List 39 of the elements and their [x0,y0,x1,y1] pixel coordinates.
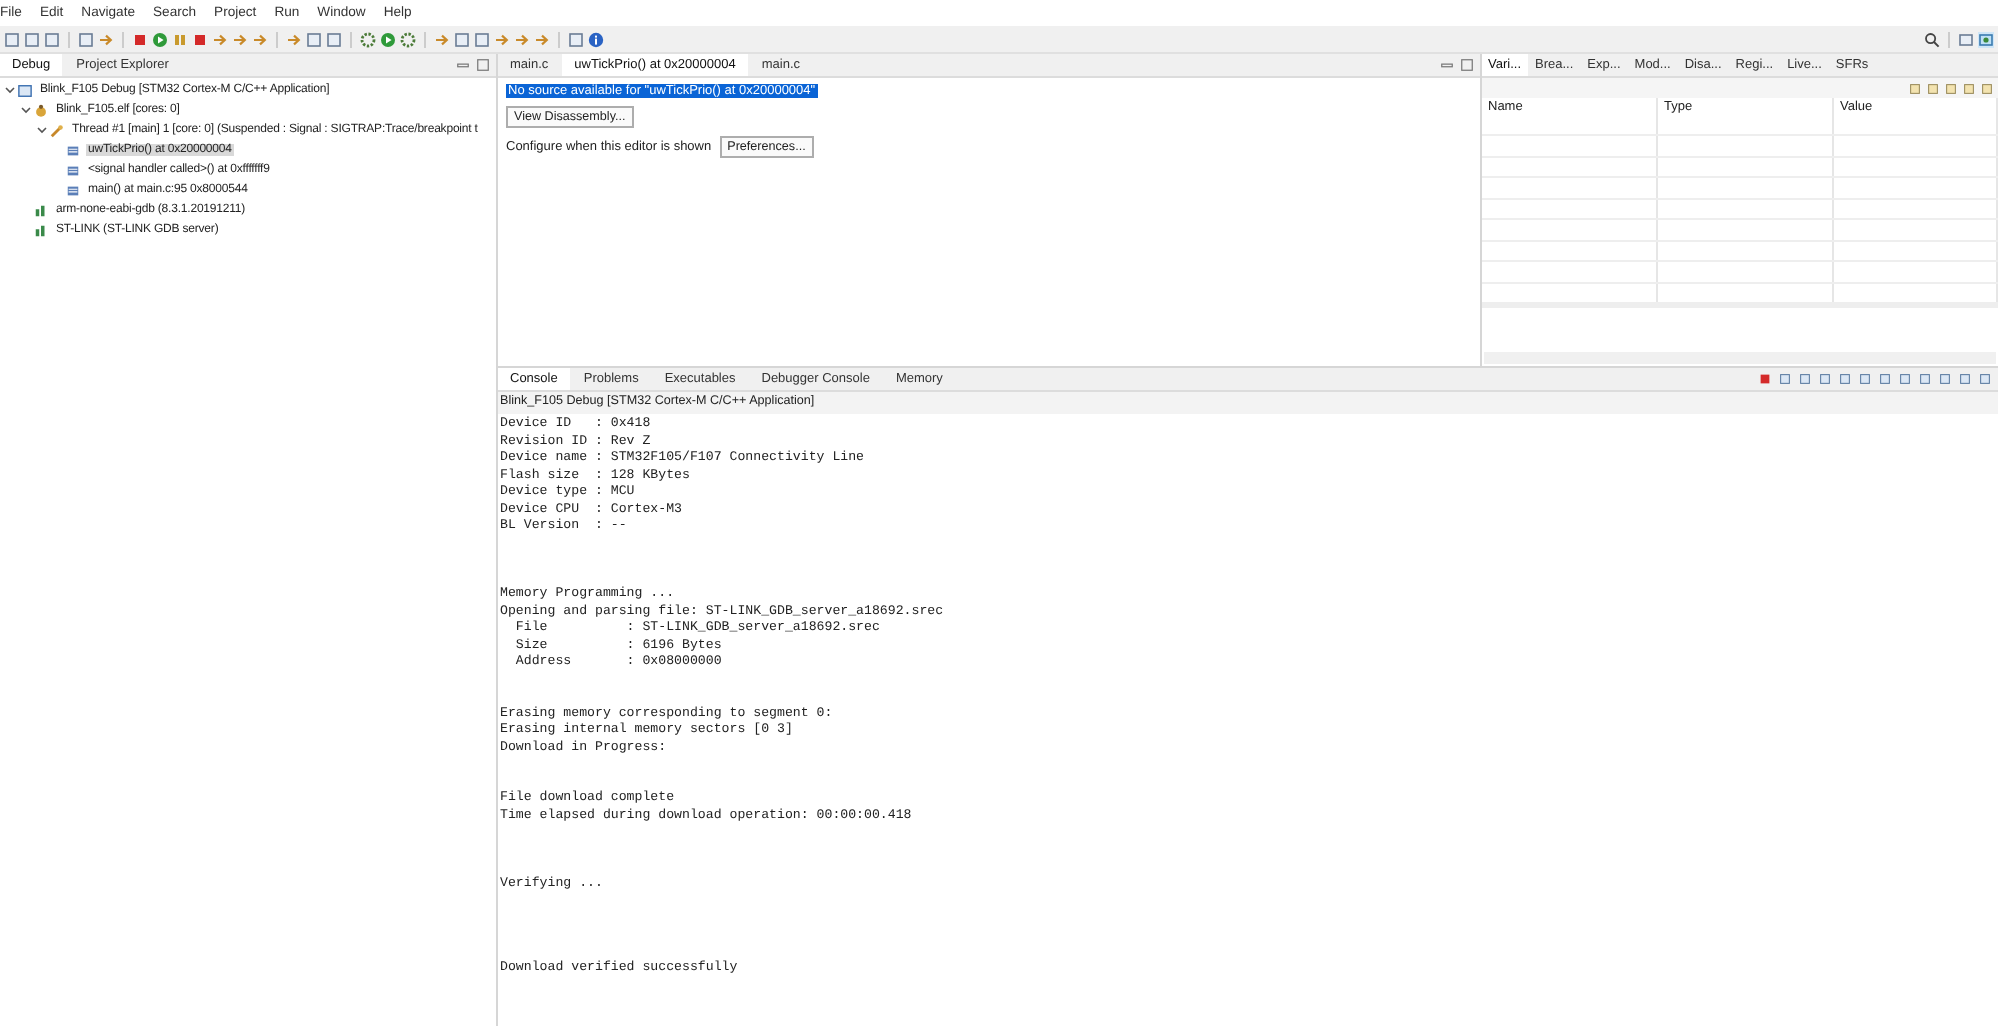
thread-icon [50,123,64,137]
stop-icon[interactable] [192,31,208,47]
bug-icon [34,103,48,117]
perspective-icon[interactable] [1958,31,1974,47]
info-icon[interactable] [588,31,604,47]
maximize-icon[interactable] [1460,58,1474,72]
arrow-icon[interactable] [514,31,530,47]
arrow-icon[interactable] [252,31,268,47]
arrow-icon[interactable] [232,31,248,47]
maximize-icon[interactable] [476,58,490,72]
document-icon[interactable] [78,31,94,47]
document-icon[interactable] [568,31,584,47]
chevron-icon[interactable] [4,84,16,96]
stack-frame-icon [66,143,80,157]
pause-icon[interactable] [172,31,188,47]
stack-frame-icon [66,183,80,197]
gear-icon[interactable] [360,31,376,47]
stop-icon[interactable] [1758,372,1772,386]
arrow-icon[interactable] [212,31,228,47]
stack-frame-icon [66,163,80,177]
minimize-icon[interactable] [1440,58,1454,72]
play-icon[interactable] [380,31,396,47]
arrow-icon[interactable] [434,31,450,47]
arrow-icon[interactable] [98,31,114,47]
search-icon[interactable] [1924,31,1940,47]
minimize-icon[interactable] [456,58,470,72]
arrow-icon[interactable] [286,31,302,47]
launch-icon [18,83,32,97]
chevron-icon[interactable] [36,124,48,136]
process-icon [34,223,48,237]
horizontal-scrollbar[interactable] [1484,352,1996,364]
arrow-icon[interactable] [534,31,550,47]
debug-perspective-icon[interactable] [1978,31,1994,47]
chevron-icon[interactable] [20,104,32,116]
arrow-icon[interactable] [494,31,510,47]
gear-icon[interactable] [400,31,416,47]
process-icon [34,203,48,217]
stop-icon[interactable] [132,31,148,47]
play-icon[interactable] [152,31,168,47]
